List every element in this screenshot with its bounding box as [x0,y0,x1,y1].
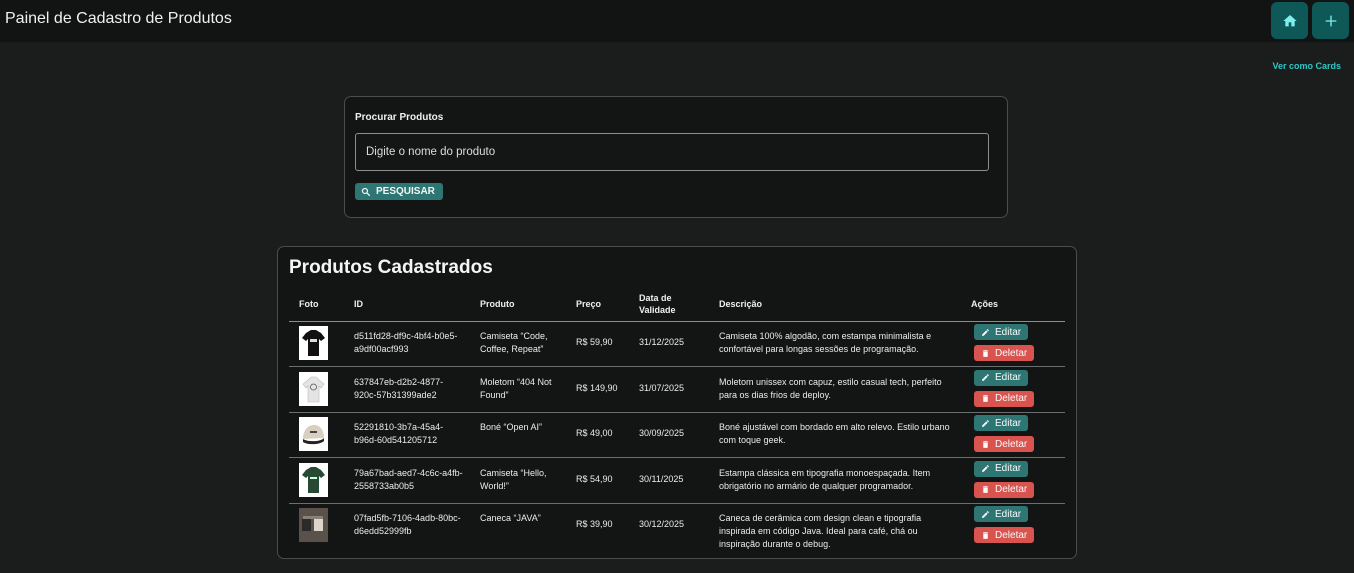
column-header-photo: Foto [299,299,319,309]
search-icon [361,187,371,196]
view-as-cards-link[interactable]: Ver como Cards [1272,61,1341,71]
product-expiry: 31/12/2025 [639,337,685,347]
edit-label: Editar [995,326,1022,338]
delete-label: Deletar [995,438,1028,450]
column-header-actions: Ações [971,299,999,309]
table-row: 07fad5fb-7106-4adb-80bc-d6edd52999fb Can… [289,503,1065,549]
edit-label: Editar [995,417,1022,429]
search-button[interactable]: PESQUISAR [355,183,443,200]
edit-button[interactable]: Editar [974,415,1029,431]
table-row: d511fd28-df9c-4bf4-b0e5-a9df00acf993 Cam… [289,321,1065,367]
table-row: 637847eb-d2b2-4877-920c-57b31399ade2 Mol… [289,367,1065,413]
pencil-icon [982,419,989,427]
trash-icon [982,531,989,539]
product-name: Moletom “404 Not Found” [480,376,552,400]
delete-label: Deletar [995,529,1028,541]
product-id: 637847eb-d2b2-4877-920c-57b31399ade2 [354,376,444,400]
column-header-price: Preço [576,299,602,309]
pencil-icon [982,374,989,381]
product-price: R$ 49,00 [576,428,613,438]
product-photo [299,326,328,360]
product-price: R$ 149,90 [576,382,618,393]
edit-button[interactable]: Editar [974,506,1029,522]
product-price: R$ 39,90 [576,519,613,529]
home-icon [1282,14,1297,26]
column-header-id: ID [354,299,363,309]
table-row: 52291810-3b7a-45a4-b96d-60d541205712 Bon… [289,412,1065,458]
product-price: R$ 54,90 [576,473,613,484]
edit-button[interactable]: Editar [974,369,1029,386]
edit-button[interactable]: Editar [974,460,1029,477]
edit-label: Editar [995,372,1022,383]
trash-icon [982,486,989,493]
search-panel: Procurar Produtos PESQUISAR [344,96,1008,218]
delete-button[interactable]: Deletar [974,436,1035,452]
plus-icon [1325,15,1336,26]
home-button[interactable] [1271,2,1308,39]
table-row: 79a67bad-aed7-4c6c-a4fb-2558733ab0b5 Cam… [289,458,1065,504]
product-description: Moletom unissex com capuz, estilo casual… [719,376,942,400]
product-photo [299,371,328,406]
product-price: R$ 59,90 [576,337,613,347]
edit-label: Editar [995,463,1022,474]
search-label: Procurar Produtos [355,112,444,123]
pencil-icon [982,465,989,472]
search-button-label: PESQUISAR [376,186,435,197]
product-id: 79a67bad-aed7-4c6c-a4fb-2558733ab0b5 [354,467,463,491]
product-expiry: 31/07/2025 [639,382,685,393]
product-expiry: 30/09/2025 [639,428,685,438]
delete-label: Deletar [995,393,1028,404]
top-app-bar: Painel de Cadastro de Produtos [0,0,1354,42]
delete-label: Deletar [995,347,1028,359]
delete-button[interactable]: Deletar [974,527,1035,543]
product-photo [299,508,328,542]
delete-button[interactable]: Deletar [974,481,1035,498]
product-id: d511fd28-df9c-4bf4-b0e5-a9df00acf993 [354,331,458,354]
trash-icon [982,440,989,448]
product-id: 52291810-3b7a-45a4-b96d-60d541205712 [354,422,444,445]
column-header-product: Produto [480,299,515,309]
product-expiry: 30/11/2025 [639,473,684,484]
product-description: Caneca de cerâmica com design clean e ti… [719,513,922,549]
product-description: Estampa clássica em tipografia monoespaç… [719,467,931,491]
product-description: Boné ajustável com bordado em alto relev… [719,422,950,445]
product-description: Camiseta 100% algodão, com estampa minim… [719,331,932,354]
product-photo [299,462,328,497]
product-expiry: 30/12/2025 [639,519,685,529]
trash-icon [982,395,989,402]
products-title: Produtos Cadastrados [289,257,493,278]
column-header-description: Descrição [719,299,763,309]
product-name: Camiseta “Hello, World!” [480,467,547,491]
search-input[interactable] [355,133,989,171]
edit-label: Editar [995,508,1022,520]
product-name: Caneca “JAVA” [480,513,541,523]
add-product-button[interactable] [1312,2,1349,39]
delete-button[interactable]: Deletar [974,390,1035,407]
product-id: 07fad5fb-7106-4adb-80bc-d6edd52999fb [354,513,461,536]
product-name: Boné “Open AI” [480,422,543,432]
app-title: Painel de Cadastro de Produtos [5,10,232,27]
product-name: Camiseta “Code, Coffee, Repeat” [480,331,548,354]
product-photo [299,417,328,451]
pencil-icon [982,328,989,336]
table-header: Foto ID Produto Preço Data de Validade D… [289,287,1065,322]
column-header-expiry: Data de Validade [639,293,676,315]
products-panel: Produtos Cadastrados Foto ID Produto Pre… [277,246,1077,559]
edit-button[interactable]: Editar [974,324,1029,340]
delete-label: Deletar [995,484,1028,495]
pencil-icon [982,510,989,518]
trash-icon [982,349,989,357]
delete-button[interactable]: Deletar [974,345,1035,361]
